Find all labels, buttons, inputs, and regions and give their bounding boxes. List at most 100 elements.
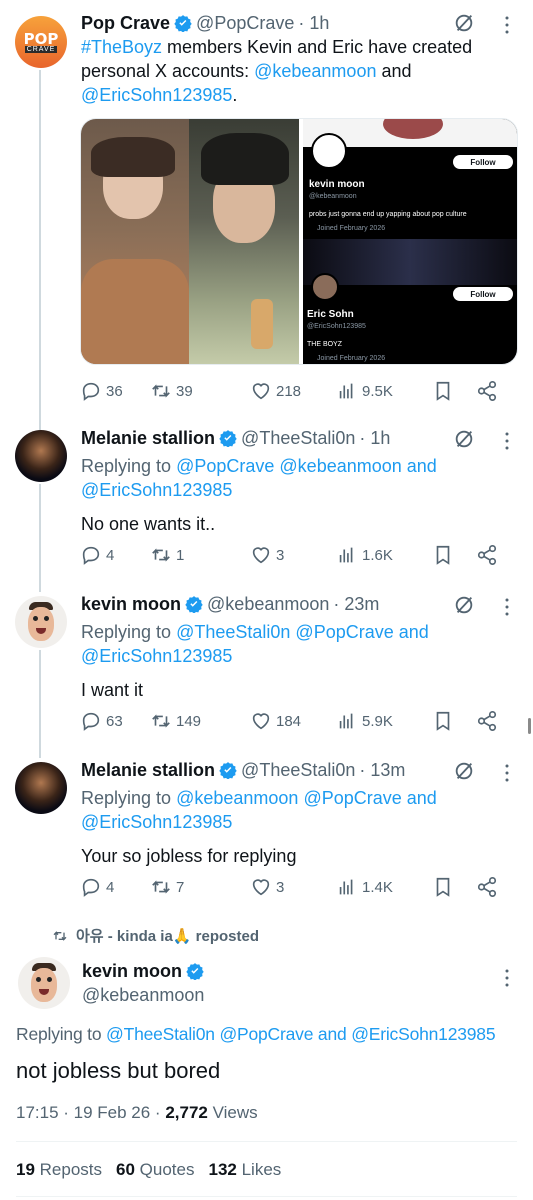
views-label: Views <box>207 1103 258 1122</box>
mention-link[interactable]: @EricSohn123985 <box>81 812 232 832</box>
mention-link[interactable]: and <box>318 1024 347 1044</box>
like-button[interactable]: 184 <box>250 710 336 732</box>
mention-link[interactable]: and <box>394 622 429 642</box>
mention-link[interactable]: @PopCrave <box>303 788 401 808</box>
quotes-stat[interactable]: 60 Quotes <box>116 1160 194 1180</box>
mention-link[interactable]: @EricSohn123985 <box>351 1024 495 1044</box>
share-icon[interactable] <box>476 710 498 732</box>
author-handle[interactable]: @PopCrave <box>196 11 294 35</box>
mention-link[interactable]: @kebeanmoon <box>279 456 401 476</box>
more-options-icon[interactable] <box>505 969 509 987</box>
tweet-actions: 63 149 184 5.9K <box>80 707 503 735</box>
mention-link[interactable]: @PopCrave <box>219 1024 313 1044</box>
grok-icon[interactable] <box>453 594 475 616</box>
reply-button[interactable]: 63 <box>80 710 150 732</box>
more-options-icon[interactable] <box>505 432 509 450</box>
more-options-icon[interactable] <box>505 598 509 616</box>
tweet-text: not jobless but bored <box>16 1058 221 1083</box>
views-button[interactable]: 5.9K <box>336 710 426 732</box>
repost-icon <box>152 880 170 894</box>
replying-to: Replying to @kebeanmoon @PopCrave and @Er… <box>81 786 525 834</box>
author-handle[interactable]: @kebeanmoon <box>82 983 208 1007</box>
repost-banner[interactable]: 아유 - kinda ia🙏 reposted <box>52 925 259 946</box>
mention-link[interactable]: @TheeStali0n <box>176 622 290 642</box>
like-button[interactable]: 3 <box>250 544 336 566</box>
scrollbar-thumb[interactable] <box>528 718 531 734</box>
share-icon[interactable] <box>476 876 498 898</box>
repost-button[interactable]: 149 <box>150 710 250 732</box>
mention-link[interactable]: @PopCrave <box>176 456 274 476</box>
heart-icon <box>252 547 270 564</box>
mention-link[interactable]: @EricSohn123985 <box>81 480 232 500</box>
more-options-icon[interactable] <box>505 16 509 34</box>
views-button[interactable]: 9.5K <box>336 380 426 402</box>
author-name[interactable]: kevin moon <box>81 592 181 616</box>
mention-link[interactable]: @kebeanmoon <box>176 788 298 808</box>
mention-link[interactable]: and <box>402 456 437 476</box>
repost-button[interactable]: 39 <box>150 380 250 402</box>
avatar[interactable]: POP CRAVE <box>15 16 67 68</box>
tweet-reply-1[interactable]: Melanie stallion @TheeStali0n · 1h Reply… <box>0 420 533 586</box>
reposts-stat[interactable]: 19 Reposts <box>16 1160 102 1180</box>
mention-link[interactable]: and <box>402 788 437 808</box>
mention-link[interactable]: @TheeStali0n <box>106 1024 215 1044</box>
avatar[interactable] <box>15 596 67 648</box>
views-button[interactable]: 1.6K <box>336 544 426 566</box>
author-name[interactable]: Melanie stallion <box>81 758 215 782</box>
avatar-logo-sub: CRAVE <box>24 45 58 53</box>
reply-button[interactable]: 36 <box>80 380 150 402</box>
repost-button[interactable]: 7 <box>150 876 250 898</box>
views-button[interactable]: 1.4K <box>336 876 426 898</box>
author-name[interactable]: kevin moon <box>82 959 182 983</box>
mention-link[interactable]: @kebeanmoon <box>254 61 376 81</box>
bookmark-icon[interactable] <box>432 544 454 566</box>
author-handle[interactable]: @TheeStali0n <box>241 426 355 450</box>
repost-count: 39 <box>176 382 193 400</box>
share-icon[interactable] <box>476 380 498 402</box>
heart-icon <box>252 383 270 400</box>
tweet-reply-2[interactable]: kevin moon @kebeanmoon · 23m Replying to… <box>0 586 533 752</box>
hashtag-link[interactable]: #TheBoyz <box>81 37 162 57</box>
mention-link[interactable]: @EricSohn123985 <box>81 646 232 666</box>
photo-collage[interactable] <box>81 119 299 364</box>
avatar[interactable] <box>15 430 67 482</box>
like-button[interactable]: 3 <box>250 876 336 898</box>
more-options-icon[interactable] <box>505 764 509 782</box>
grok-icon[interactable] <box>453 760 475 782</box>
views-count: 1.4K <box>362 878 393 896</box>
author-handle[interactable]: @kebeanmoon <box>207 592 329 616</box>
tweet-header: kevin moon <box>82 959 208 983</box>
reposts-total: 19 <box>16 1160 35 1179</box>
bookmark-icon[interactable] <box>432 710 454 732</box>
divider <box>16 1196 517 1197</box>
mention-link[interactable]: @EricSohn123985 <box>81 85 232 105</box>
reply-count: 4 <box>106 878 115 896</box>
tweet-time[interactable]: · 1h <box>298 11 329 35</box>
tweet-time[interactable]: · 23m <box>333 592 379 616</box>
avatar[interactable] <box>18 957 70 1009</box>
author-name[interactable]: Pop Crave <box>81 11 170 35</box>
timestamp-text[interactable]: 17:15 · 19 Feb 26 · <box>16 1103 165 1122</box>
tweet-popcrave[interactable]: POP CRAVE Pop Crave @PopCrave · 1h #TheB… <box>0 0 533 420</box>
reposter-name[interactable]: 아유 - kinda ia🙏 <box>76 928 191 945</box>
bookmark-icon[interactable] <box>432 380 454 402</box>
author-name[interactable]: Melanie stallion <box>81 426 215 450</box>
tweet-media[interactable]: Follow kevin moon @kebeanmoon probs just… <box>80 118 518 365</box>
tweet-reply-3[interactable]: Melanie stallion @TheeStali0n · 13m Repl… <box>0 752 533 918</box>
mention-link[interactable]: @PopCrave <box>295 622 393 642</box>
repost-button[interactable]: 1 <box>150 544 250 566</box>
avatar[interactable] <box>15 762 67 814</box>
tweet-time[interactable]: · 13m <box>359 758 405 782</box>
grok-icon[interactable] <box>453 12 475 34</box>
bookmark-icon[interactable] <box>432 876 454 898</box>
like-button[interactable]: 218 <box>250 380 336 402</box>
reply-button[interactable]: 4 <box>80 544 150 566</box>
tweet-time[interactable]: · 1h <box>359 426 390 450</box>
author-handle[interactable]: @TheeStali0n <box>241 758 355 782</box>
grok-icon[interactable] <box>453 428 475 450</box>
likes-stat[interactable]: 132 Likes <box>208 1160 281 1180</box>
tweet-text: Your so jobless for replying <box>81 846 297 866</box>
share-icon[interactable] <box>476 544 498 566</box>
reply-button[interactable]: 4 <box>80 876 150 898</box>
tweet-actions: 36 39 218 9.5K <box>80 377 503 405</box>
